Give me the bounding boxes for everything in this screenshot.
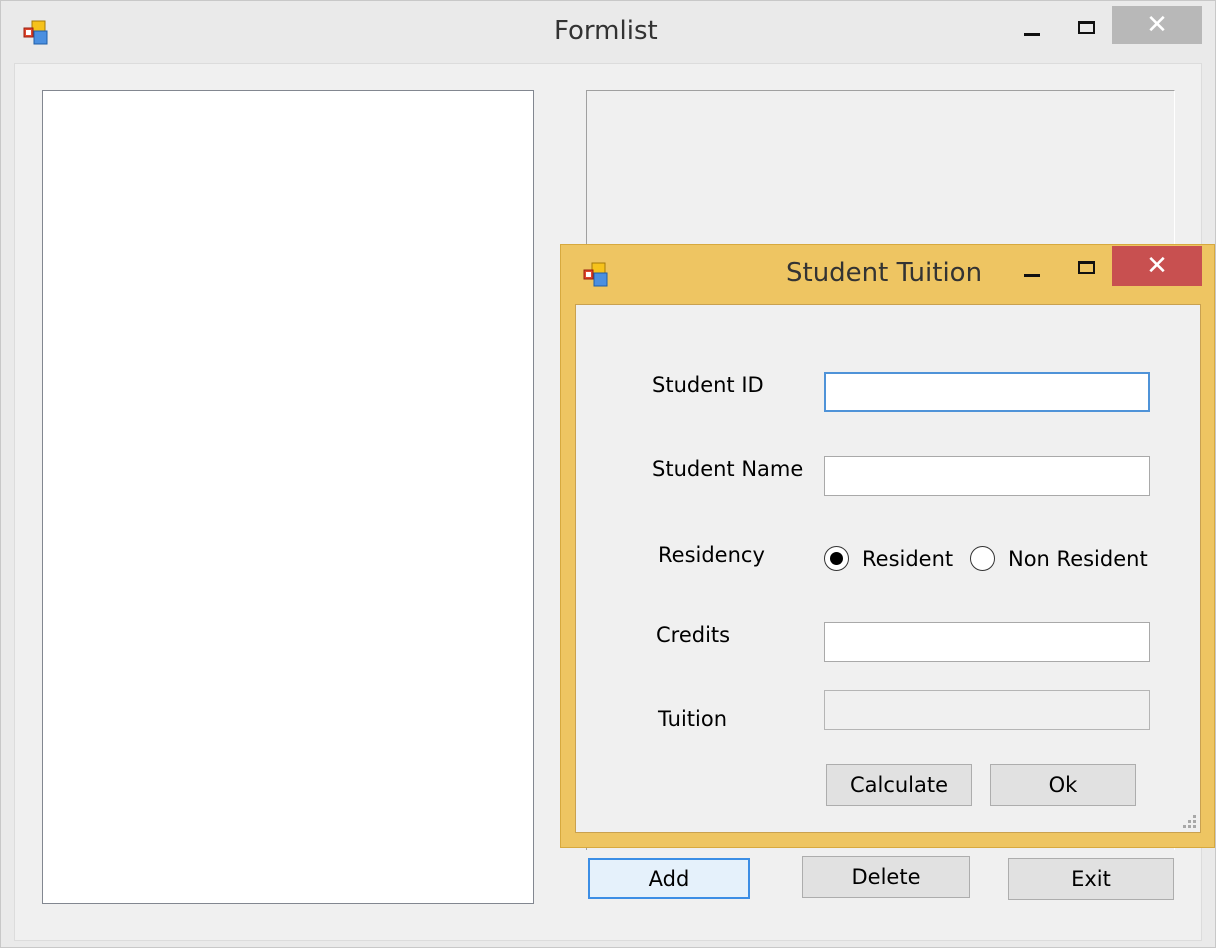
credits-input[interactable] <box>824 622 1150 662</box>
close-icon: ✕ <box>1146 10 1168 40</box>
dialog-app-icon <box>583 262 608 287</box>
maximize-button[interactable] <box>1066 10 1106 44</box>
dialog-maximize-button[interactable] <box>1066 251 1106 283</box>
minimize-icon <box>1024 32 1040 36</box>
non-resident-radio[interactable] <box>970 546 995 571</box>
dialog-minimize-button[interactable] <box>1012 254 1052 286</box>
ok-button[interactable]: Ok <box>990 764 1136 806</box>
add-button[interactable]: Add <box>588 858 750 899</box>
student-id-input[interactable] <box>824 372 1150 412</box>
resident-radio[interactable] <box>824 546 849 571</box>
minimize-button[interactable] <box>1012 12 1052 46</box>
window-title: Formlist <box>554 16 658 46</box>
tuition-output <box>824 690 1150 730</box>
calculate-button[interactable]: Calculate <box>826 764 972 806</box>
app-icon <box>23 20 48 45</box>
resident-radio-label[interactable]: Resident <box>862 547 953 571</box>
exit-button[interactable]: Exit <box>1008 858 1174 900</box>
credits-label: Credits <box>656 623 731 647</box>
minimize-icon <box>1024 273 1040 277</box>
non-resident-radio-label[interactable]: Non Resident <box>1008 547 1148 571</box>
student-name-input[interactable] <box>824 456 1150 496</box>
dialog-close-button[interactable]: ✕ <box>1112 246 1202 286</box>
student-listbox[interactable] <box>42 90 534 904</box>
resize-grip-dots <box>1183 815 1196 828</box>
close-icon: ✕ <box>1146 251 1168 281</box>
close-button[interactable]: ✕ <box>1112 6 1202 44</box>
radio-selected-dot <box>830 552 843 565</box>
delete-button[interactable]: Delete <box>802 856 970 898</box>
resize-grip-icon[interactable] <box>1180 812 1198 830</box>
maximize-icon <box>1077 260 1095 274</box>
student-id-label: Student ID <box>652 373 764 397</box>
tuition-label: Tuition <box>658 707 728 731</box>
dialog-title: Student Tuition <box>786 258 983 288</box>
student-name-label: Student Name <box>652 457 804 481</box>
maximize-icon <box>1077 20 1095 34</box>
residency-label: Residency <box>658 543 765 567</box>
